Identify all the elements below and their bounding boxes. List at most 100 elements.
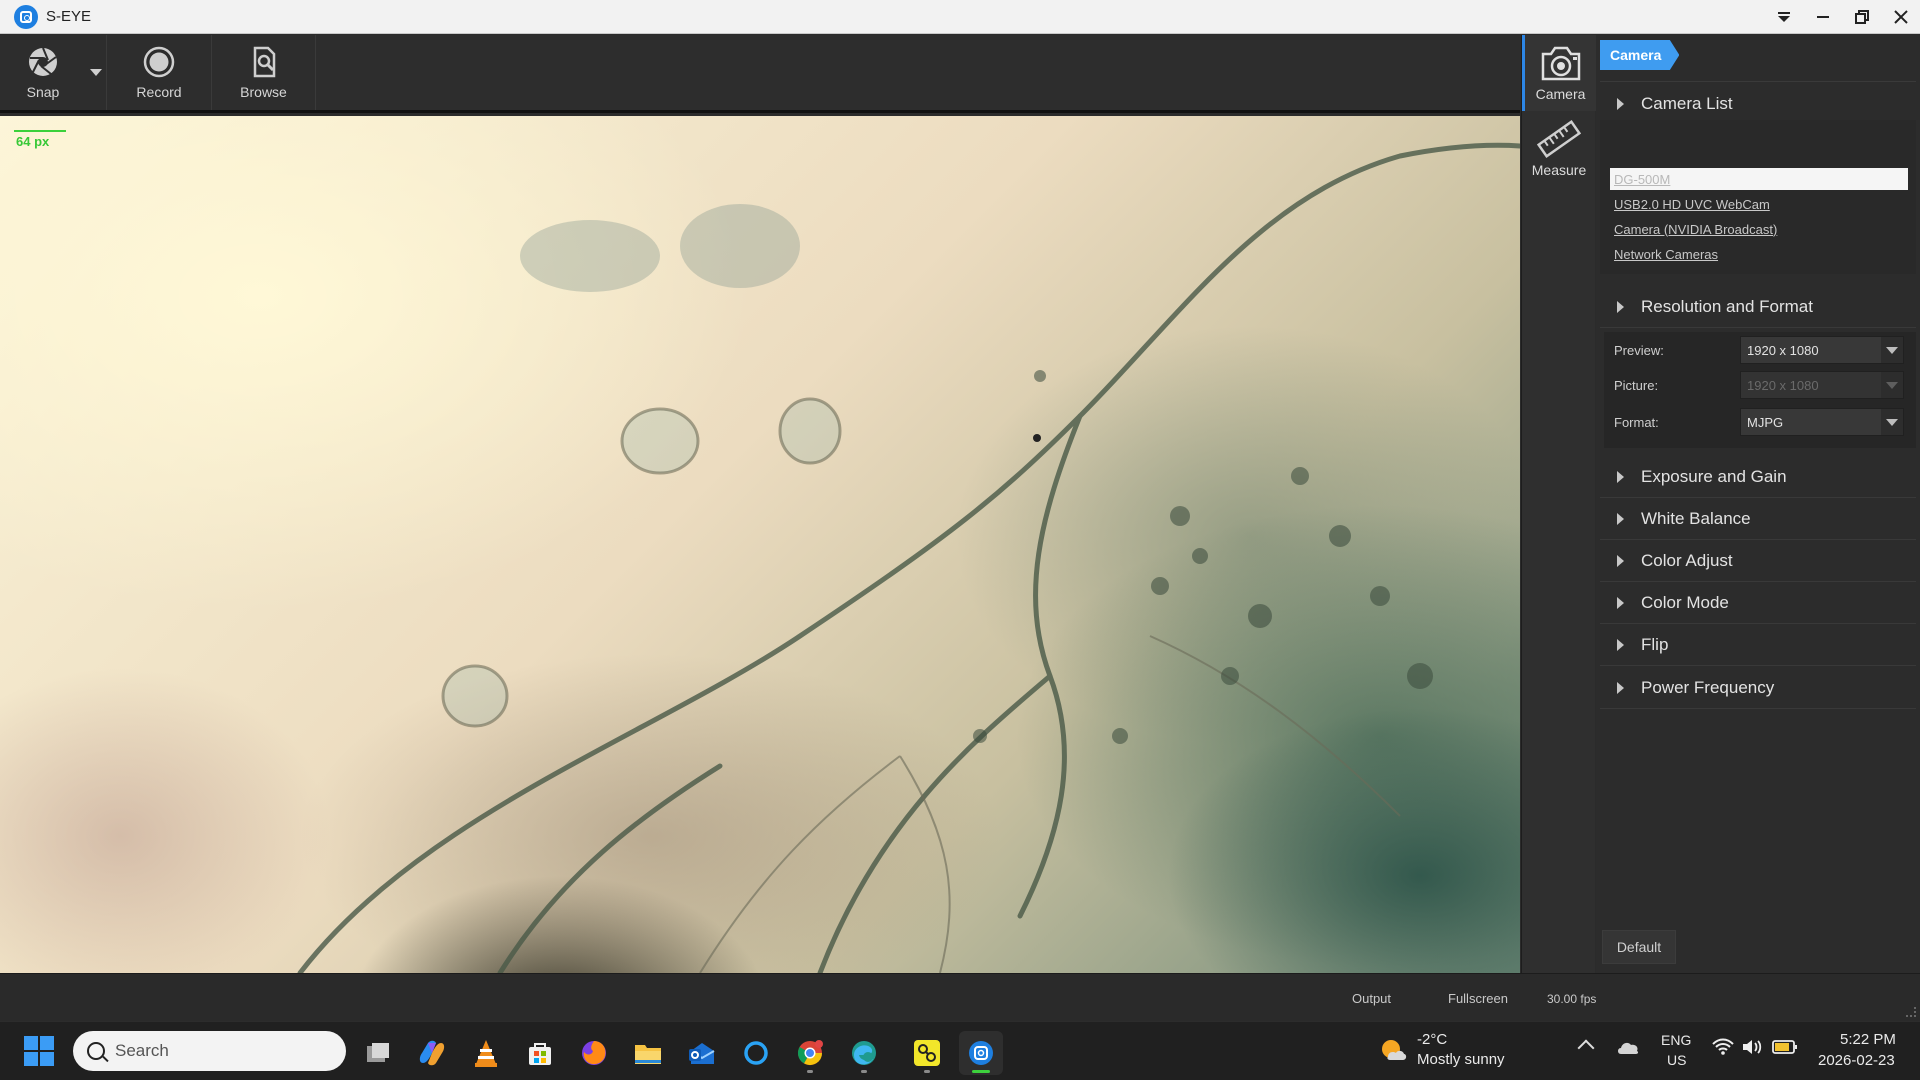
preview-resolution-select[interactable]: 1920 x 1080 xyxy=(1740,336,1904,364)
search-icon xyxy=(87,1042,105,1060)
section-camera-list[interactable]: Camera List xyxy=(1600,83,1916,125)
window-title: S-EYE xyxy=(46,8,92,25)
expand-arrow-icon xyxy=(1617,97,1624,110)
cortana-icon[interactable] xyxy=(734,1031,778,1075)
camera-item-dg-500m[interactable]: DG-500M xyxy=(1610,168,1908,190)
resize-grip-icon[interactable] xyxy=(1906,1007,1916,1017)
picture-row: Picture: 1920 x 1080 xyxy=(1614,371,1914,399)
running-indicator xyxy=(924,1070,930,1073)
show-hidden-icons-chevron-icon[interactable] xyxy=(1577,1039,1595,1057)
microsoft-store-icon[interactable] xyxy=(518,1031,562,1075)
expand-arrow-icon xyxy=(1617,512,1624,525)
edge-icon[interactable] xyxy=(842,1031,886,1075)
fps-readout: 30.00 fps xyxy=(1547,992,1597,1006)
microscope-image xyxy=(297,142,1520,973)
taskbar: Search -2°C Mostly sunny ENG US 5:22 PM … xyxy=(0,1021,1920,1080)
expand-arrow-icon xyxy=(1617,596,1624,609)
file-explorer-icon[interactable] xyxy=(626,1031,670,1075)
format-row: Format: MJPG xyxy=(1614,408,1914,436)
vlc-icon[interactable] xyxy=(464,1031,508,1075)
preview-label: Preview: xyxy=(1614,342,1664,358)
s-eye-icon[interactable] xyxy=(959,1031,1003,1075)
status-bar: Output Fullscreen 30.00 fps xyxy=(0,973,1920,1021)
picture-resolution-value: 1920 x 1080 xyxy=(1747,377,1819,393)
section-color-mode-label: Color Mode xyxy=(1641,592,1729,612)
picture-label: Picture: xyxy=(1614,377,1659,393)
weather-desc[interactable]: Mostly sunny xyxy=(1417,1051,1505,1068)
wifi-icon[interactable] xyxy=(1712,1038,1734,1056)
copilot-icon[interactable] xyxy=(410,1031,454,1075)
section-white-balance-label: White Balance xyxy=(1641,508,1751,528)
outlook-icon[interactable] xyxy=(680,1031,724,1075)
quick-access-dropdown-icon[interactable] xyxy=(1764,0,1803,34)
section-flip[interactable]: Flip xyxy=(1600,624,1916,666)
task-view-icon[interactable] xyxy=(356,1031,400,1075)
expand-arrow-icon xyxy=(1617,470,1624,483)
preview-row: Preview: 1920 x 1080 xyxy=(1614,336,1914,364)
camera-preview[interactable]: 64 px xyxy=(0,116,1520,973)
section-flip-label: Flip xyxy=(1641,634,1669,654)
panel-tab-camera[interactable]: Camera xyxy=(1600,40,1680,70)
record-button[interactable]: Record xyxy=(106,35,212,110)
clock-date[interactable]: 2026-02-23 xyxy=(1818,1052,1895,1069)
region-indicator[interactable]: US xyxy=(1667,1052,1686,1068)
chrome-icon[interactable] xyxy=(788,1031,832,1075)
chevron-down-icon xyxy=(1881,337,1903,363)
browse-button[interactable]: Browse xyxy=(212,35,316,110)
section-color-adjust[interactable]: Color Adjust xyxy=(1600,540,1916,582)
chevron-down-icon xyxy=(1881,409,1903,435)
side-tab-bar: Camera Measure xyxy=(1521,35,1596,973)
camera-icon xyxy=(1539,44,1583,82)
format-select[interactable]: MJPG xyxy=(1740,408,1904,436)
resolution-format-box: Preview: 1920 x 1080 Picture: 1920 x 108… xyxy=(1604,332,1916,448)
onedrive-cloud-icon[interactable] xyxy=(1616,1038,1640,1056)
weather-temp[interactable]: -2°C xyxy=(1417,1031,1447,1048)
weather-sun-icon[interactable] xyxy=(1378,1035,1408,1065)
minimize-button[interactable] xyxy=(1803,0,1842,34)
clock-time[interactable]: 5:22 PM xyxy=(1840,1031,1896,1048)
yellow-app-icon[interactable] xyxy=(905,1031,949,1075)
section-exposure-gain[interactable]: Exposure and Gain xyxy=(1600,456,1916,498)
tab-camera[interactable]: Camera xyxy=(1522,35,1596,111)
volume-icon[interactable] xyxy=(1741,1038,1763,1056)
snap-options-dropdown[interactable] xyxy=(86,35,106,110)
snap-button[interactable]: Snap xyxy=(0,35,86,110)
section-resolution-format[interactable]: Resolution and Format xyxy=(1600,286,1916,328)
camera-item-nvidia-broadcast[interactable]: Camera (NVIDIA Broadcast) xyxy=(1610,218,1908,240)
chevron-down-icon xyxy=(90,68,102,76)
section-color-mode[interactable]: Color Mode xyxy=(1600,582,1916,624)
expand-arrow-icon xyxy=(1617,300,1624,313)
toolbar: Snap Record Browse xyxy=(0,35,1520,113)
record-icon xyxy=(143,46,175,78)
section-color-adjust-label: Color Adjust xyxy=(1641,550,1733,570)
running-indicator xyxy=(861,1070,867,1073)
snap-label: Snap xyxy=(26,83,60,100)
running-indicator xyxy=(972,1070,990,1073)
title-bar: S-EYE xyxy=(0,0,1920,34)
chevron-down-icon xyxy=(1881,372,1903,398)
start-button[interactable] xyxy=(24,1036,54,1066)
default-button[interactable]: Default xyxy=(1602,930,1676,964)
running-indicator xyxy=(807,1070,813,1073)
close-button[interactable] xyxy=(1881,0,1920,34)
section-white-balance[interactable]: White Balance xyxy=(1600,498,1916,540)
battery-icon[interactable] xyxy=(1772,1038,1798,1056)
output-button[interactable]: Output xyxy=(1352,991,1391,1006)
section-exposure-gain-label: Exposure and Gain xyxy=(1641,466,1787,486)
camera-item-usb-webcam[interactable]: USB2.0 HD UVC WebCam xyxy=(1610,193,1908,215)
expand-arrow-icon xyxy=(1617,554,1624,567)
section-power-frequency[interactable]: Power Frequency xyxy=(1600,667,1916,709)
fullscreen-button[interactable]: Fullscreen xyxy=(1448,991,1508,1006)
preview-resolution-value: 1920 x 1080 xyxy=(1747,342,1819,358)
restore-button[interactable] xyxy=(1842,0,1881,34)
scale-label: 64 px xyxy=(16,134,50,149)
browse-file-icon xyxy=(248,46,280,78)
firefox-icon[interactable] xyxy=(572,1031,616,1075)
tab-camera-label: Camera xyxy=(1535,86,1586,102)
camera-item-network-cameras[interactable]: Network Cameras xyxy=(1610,243,1908,265)
taskbar-search[interactable]: Search xyxy=(73,1031,346,1071)
language-indicator[interactable]: ENG xyxy=(1661,1032,1691,1048)
tab-measure[interactable]: Measure xyxy=(1522,111,1596,187)
scale-bar xyxy=(14,130,66,132)
app-window: S-EYE Snap Record Browse 64 px Camera Me… xyxy=(0,0,1920,1080)
